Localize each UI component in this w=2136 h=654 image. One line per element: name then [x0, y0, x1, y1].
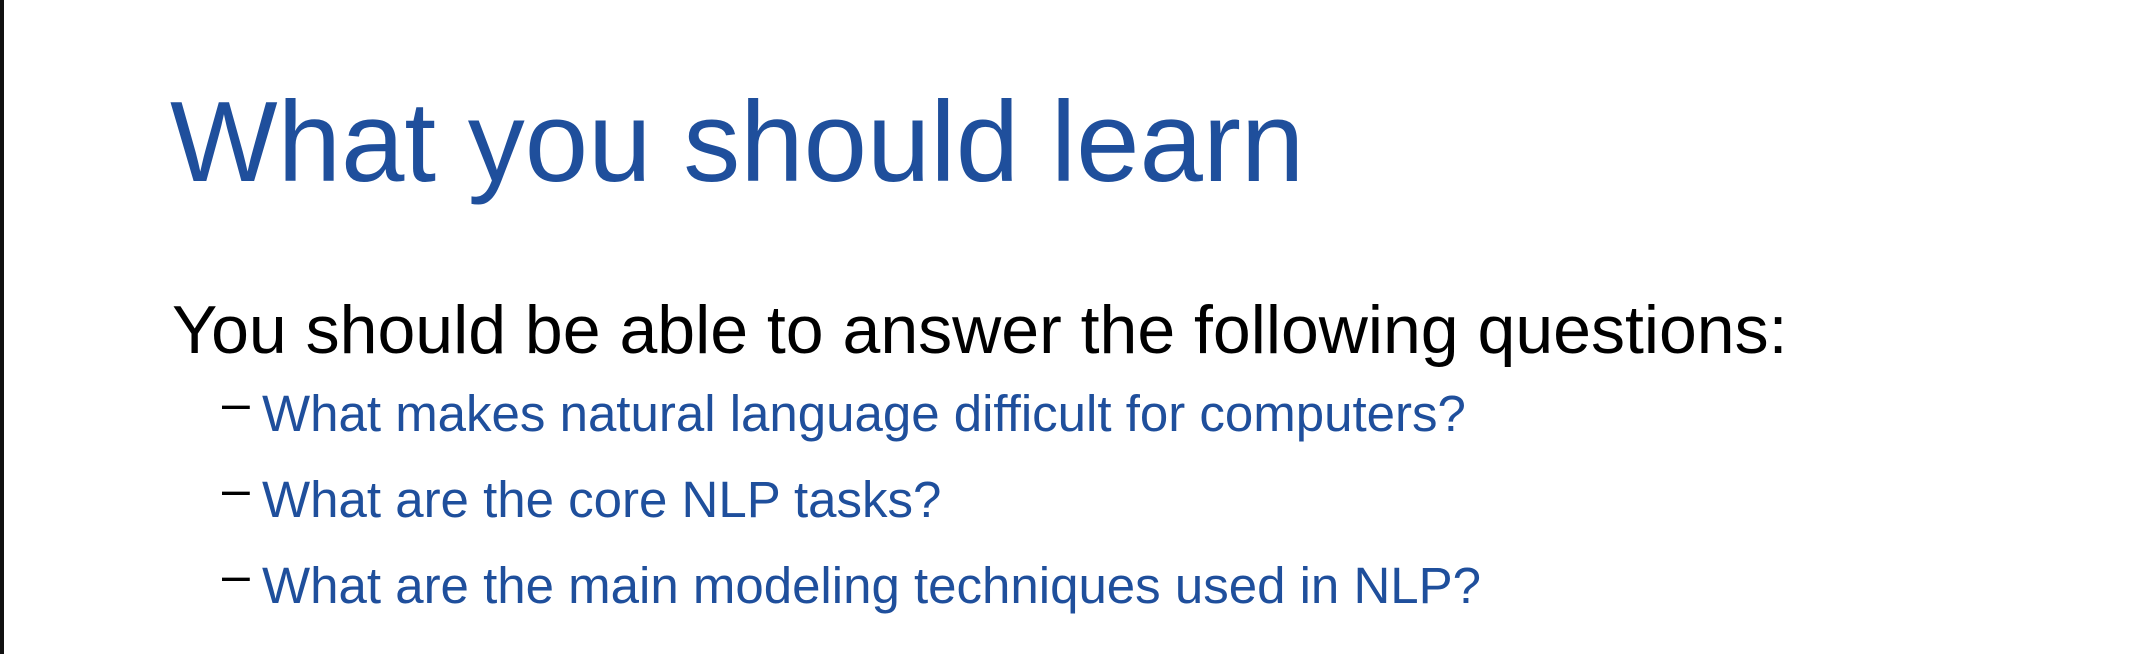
- slide: What you should learn You should be able…: [0, 0, 2136, 654]
- list-item: – What makes natural language difficult …: [222, 378, 1481, 468]
- dash-bullet: –: [222, 547, 250, 603]
- question-list: – What makes natural language difficult …: [222, 378, 1482, 640]
- list-item: – What are the main modeling techniques …: [222, 550, 1482, 640]
- slide-title: What you should learn: [170, 79, 1305, 206]
- slide-intro: You should be able to answer the followi…: [172, 292, 1788, 368]
- list-item: – What are the core NLP tasks?: [222, 464, 1481, 554]
- question-text: What are the main modeling techniques us…: [262, 557, 1482, 614]
- question-text: What makes natural language difficult fo…: [262, 385, 1466, 442]
- dash-bullet: –: [222, 375, 250, 431]
- dash-bullet: –: [222, 461, 250, 517]
- question-text: What are the core NLP tasks?: [262, 471, 942, 528]
